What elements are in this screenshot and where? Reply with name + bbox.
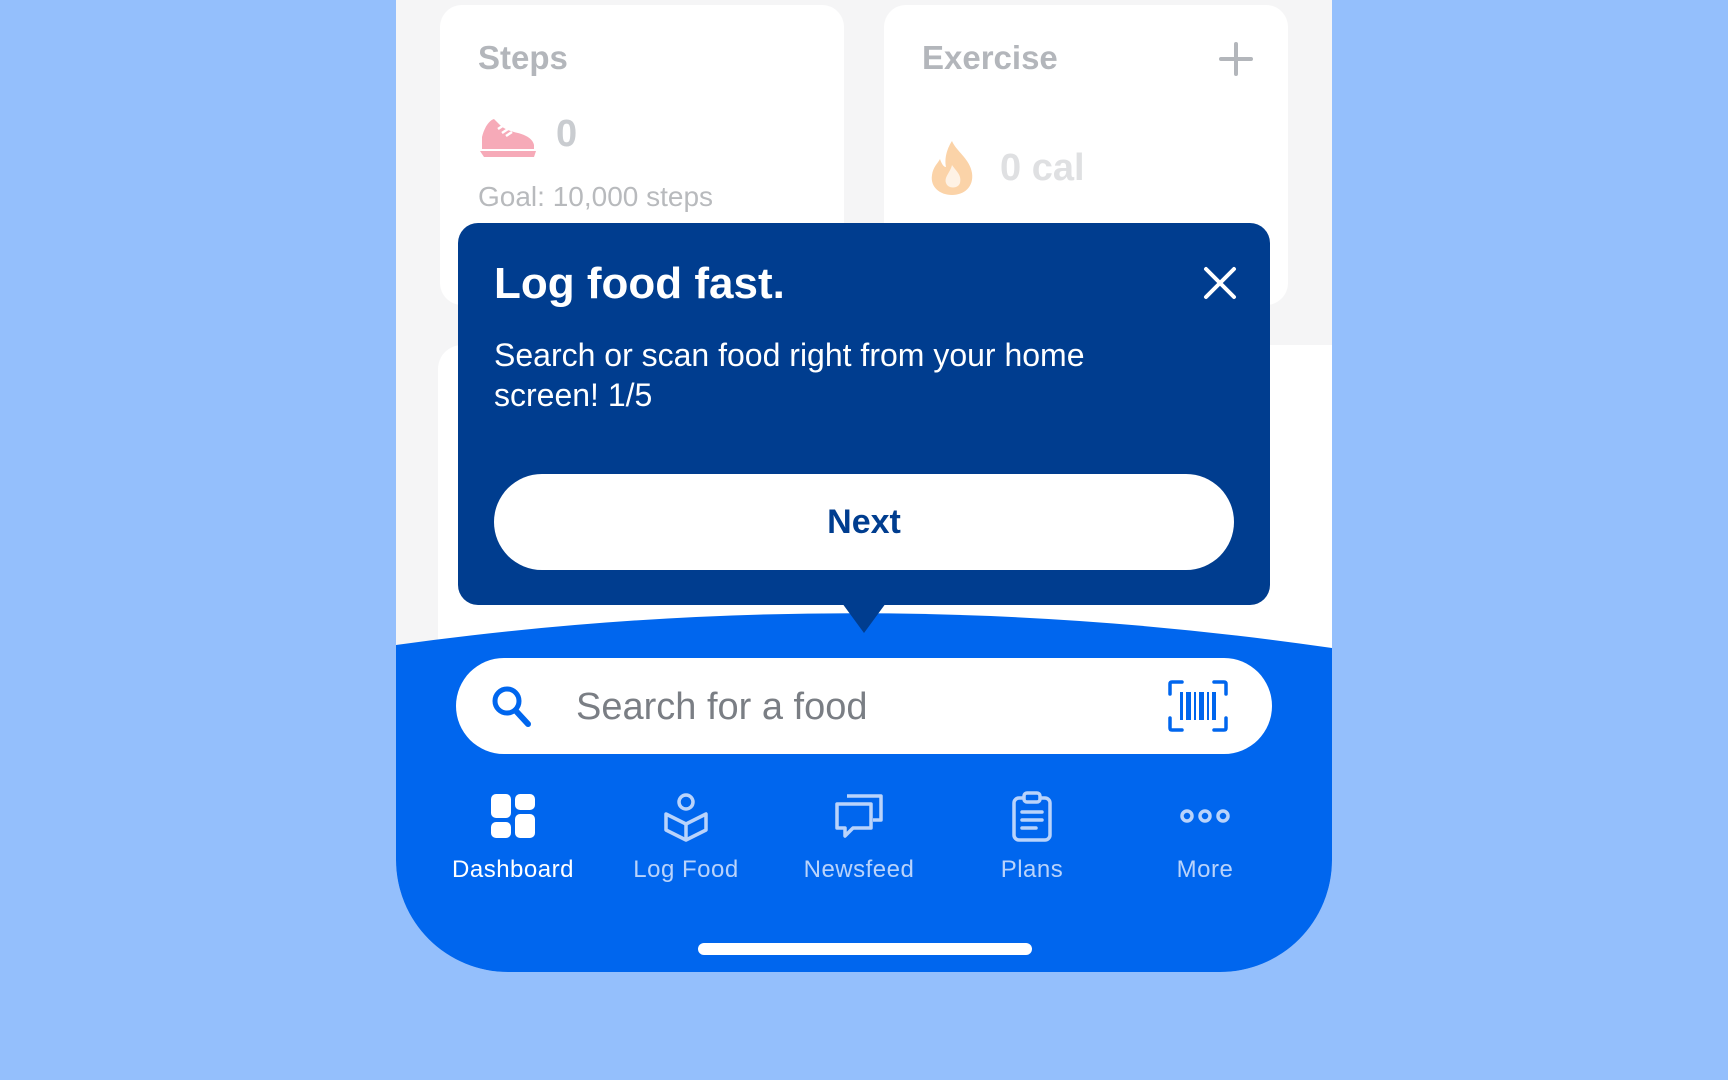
- tooltip-pointer: [842, 603, 886, 633]
- food-search-bar[interactable]: [456, 658, 1272, 754]
- nav-plans[interactable]: Plans: [946, 790, 1118, 900]
- dashboard-icon: [491, 794, 535, 838]
- nav-more[interactable]: More: [1119, 790, 1291, 900]
- steps-goal: Goal: 10,000 steps: [478, 181, 714, 212]
- plans-icon: [1012, 791, 1052, 842]
- nav-dashboard[interactable]: Dashboard: [427, 790, 599, 900]
- steps-value: 0: [556, 113, 578, 155]
- nav-label-dashboard: Dashboard: [452, 856, 574, 883]
- tooltip-title: Log food fast.: [494, 259, 785, 308]
- onboarding-tooltip: Log food fast. Search or scan food right…: [458, 223, 1270, 605]
- nav-label-log-food: Log Food: [633, 856, 739, 883]
- tooltip-body: Search or scan food right from your home…: [494, 337, 1085, 413]
- steps-card-title: Steps: [478, 39, 568, 76]
- plus-icon[interactable]: [1218, 41, 1254, 77]
- nav-label-newsfeed: Newsfeed: [803, 856, 915, 883]
- sneaker-icon: [480, 119, 536, 157]
- search-input[interactable]: [574, 676, 1138, 738]
- nav-newsfeed[interactable]: Newsfeed: [773, 790, 945, 900]
- more-icon: [1180, 809, 1230, 823]
- close-icon[interactable]: [1202, 265, 1238, 301]
- barcode-scan-icon[interactable]: [1168, 680, 1228, 732]
- nav-label-plans: Plans: [1000, 856, 1064, 883]
- calories-value: 0 cal: [1000, 147, 1085, 189]
- flame-icon: [931, 141, 973, 195]
- newsfeed-icon: [835, 794, 883, 838]
- bottom-nav: Dashboard Log Food Newsfeed Plans More: [396, 790, 1332, 900]
- home-indicator[interactable]: [698, 943, 1032, 955]
- next-button[interactable]: Next: [494, 474, 1234, 570]
- search-icon: [492, 686, 531, 727]
- nav-label-more: More: [1176, 856, 1234, 883]
- log-food-icon: [664, 793, 708, 842]
- exercise-card-title: Exercise: [922, 39, 1058, 76]
- nav-log-food[interactable]: Log Food: [600, 790, 772, 900]
